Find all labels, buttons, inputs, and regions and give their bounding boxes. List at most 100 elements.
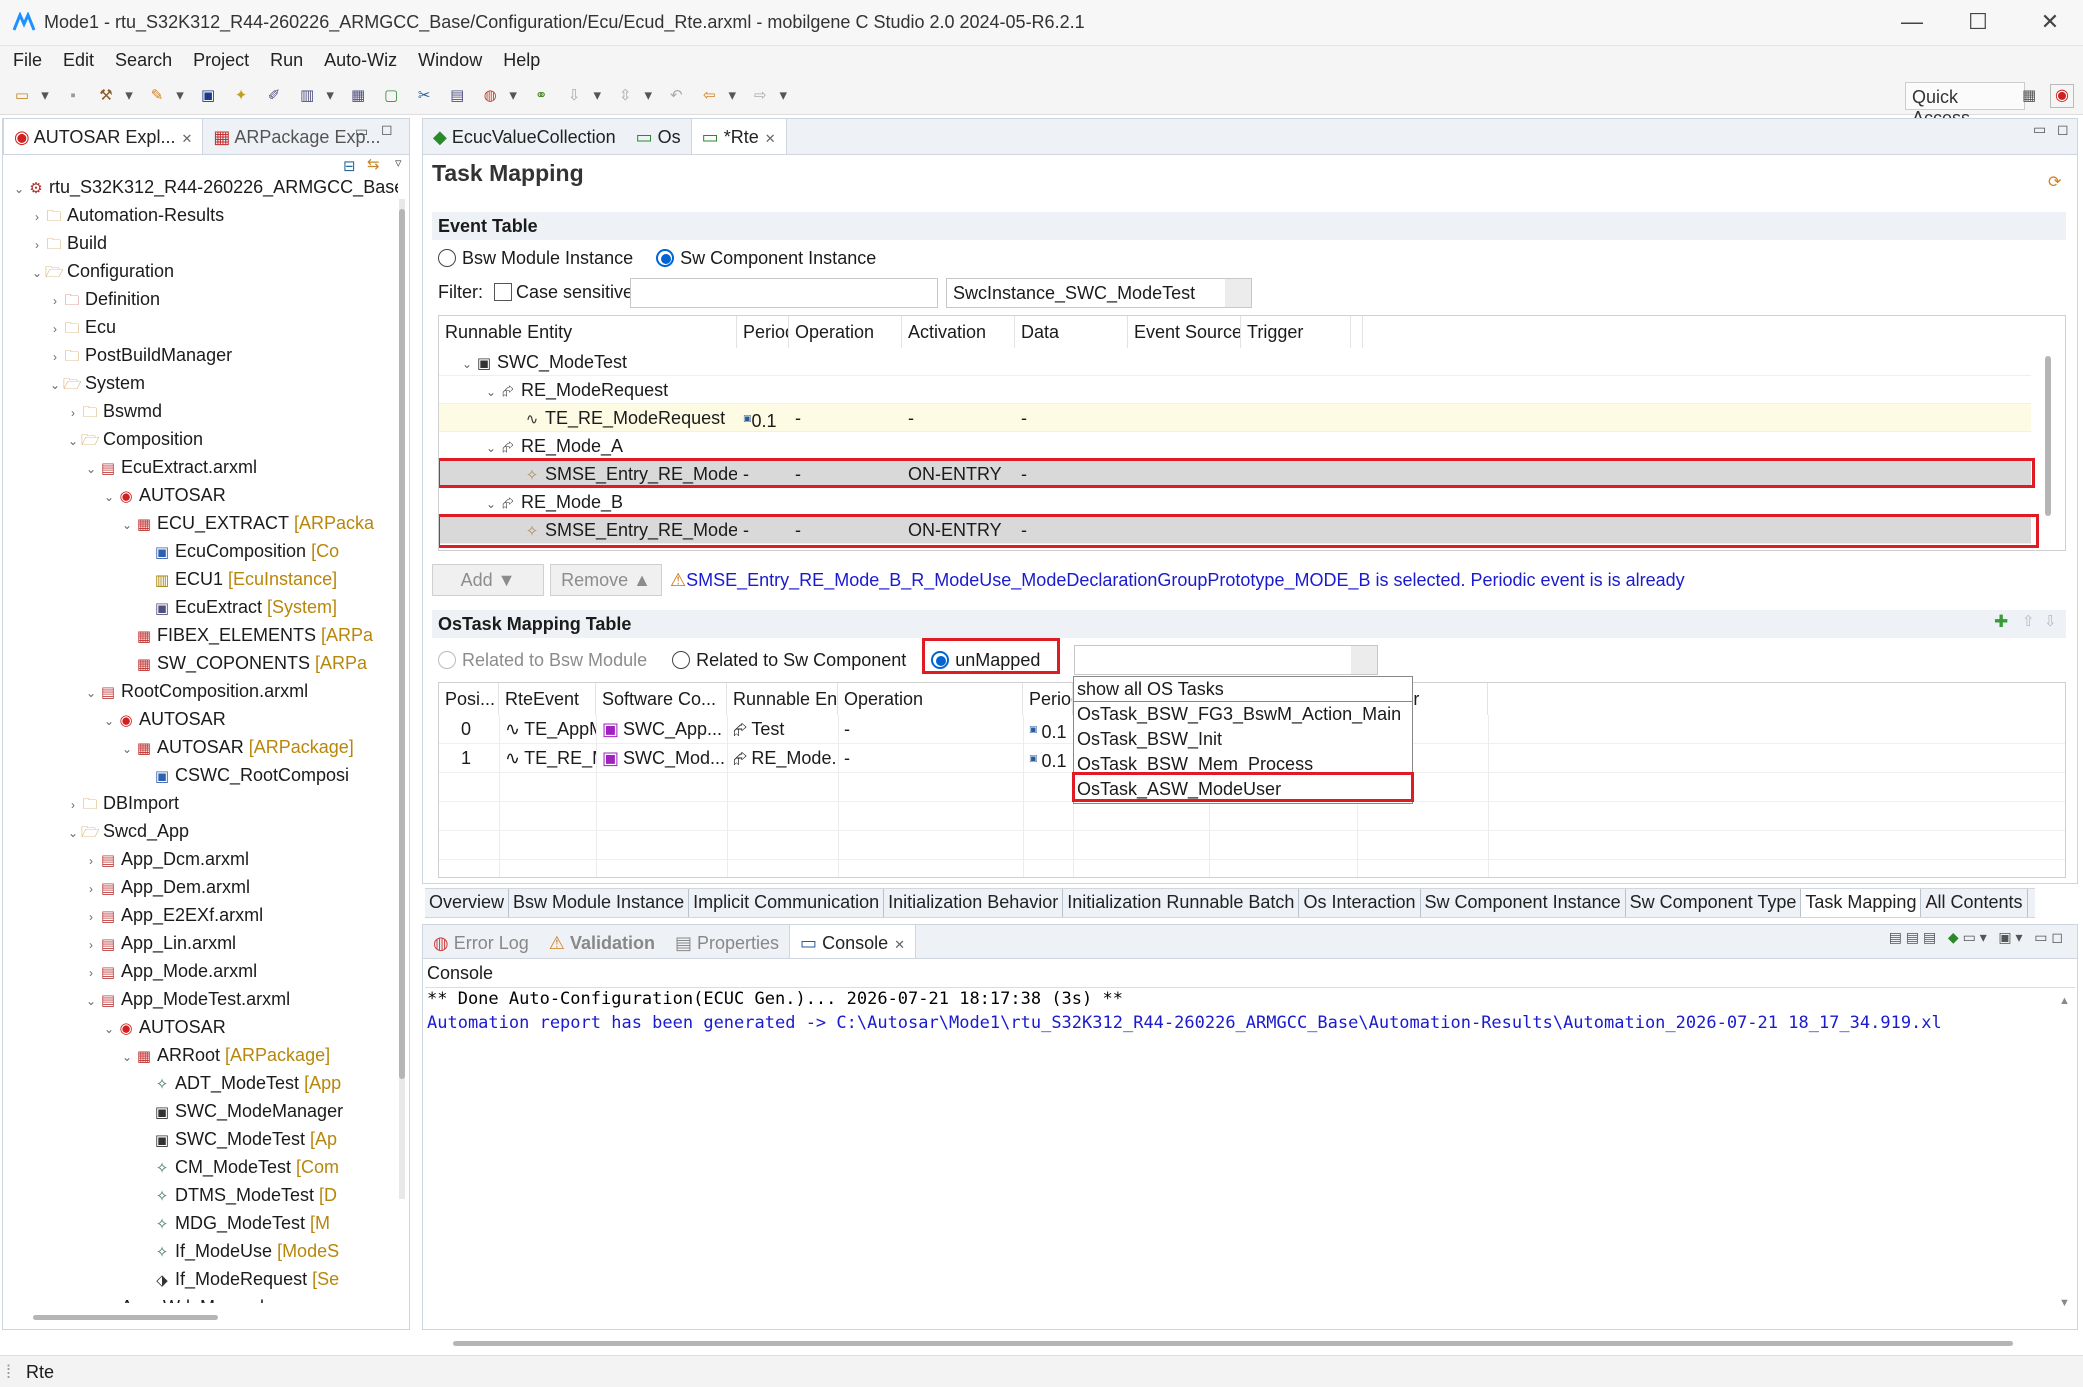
page-tab-sw-component-instance[interactable]: Sw Component Instance xyxy=(1421,889,1626,917)
expanded-icon[interactable]: ⌄ xyxy=(83,679,99,707)
debug-icon[interactable]: ◍ xyxy=(479,85,501,107)
tree-item[interactable]: › 🗀 Build xyxy=(29,229,107,257)
tab-properties[interactable]: ▤ Properties xyxy=(665,925,789,958)
collapsed-icon[interactable]: › xyxy=(47,343,63,371)
dropdown-icon[interactable]: ▾ xyxy=(39,85,51,107)
combo-arrow[interactable] xyxy=(1225,279,1251,307)
combo-arrow[interactable] xyxy=(1351,646,1377,674)
close-tab-icon[interactable]: ✕ xyxy=(894,937,905,952)
collapsed-icon[interactable]: › xyxy=(65,399,81,427)
tree-item[interactable]: ⌄ ◉ AUTOSAR xyxy=(101,1013,226,1041)
star-icon[interactable]: ✦ xyxy=(230,85,252,107)
event-table-row[interactable]: ⌄ ⮳ RE_Mode_A xyxy=(439,432,2031,460)
add-icon[interactable]: ✚ xyxy=(1994,612,2008,632)
page-tab-initialization-runnable-batch[interactable]: Initialization Runnable Batch xyxy=(1063,889,1300,917)
dropdown-ostask-option[interactable]: OsTask_BSW_Init xyxy=(1074,727,1412,752)
word-wrap-icon[interactable]: ▤ xyxy=(1923,929,1936,945)
save-icon[interactable]: ▪ xyxy=(62,85,84,107)
collapsed-icon[interactable]: › xyxy=(47,315,63,343)
event-table-row[interactable]: ⌄ ⮳ RE_Mode_B xyxy=(439,488,2031,516)
collapsed-icon[interactable]: › xyxy=(83,959,99,987)
scroll-down-icon[interactable]: ▼ xyxy=(2059,1297,2070,1309)
expanded-icon[interactable]: ⌄ xyxy=(65,819,81,847)
tree-item[interactable]: ✧ ADT_ModeTest [App xyxy=(137,1069,341,1097)
dropdown-icon[interactable]: ▾ xyxy=(2016,929,2023,945)
dropdown-show-all-option[interactable]: show all OS Tasks xyxy=(1074,677,1412,702)
expanded-icon[interactable]: ⌄ xyxy=(119,1043,135,1071)
tab-autosar-explorer[interactable]: ◉ AUTOSAR Expl... ✕ xyxy=(3,119,204,154)
move-up-icon[interactable]: ⇧ xyxy=(2022,612,2035,630)
column-header[interactable]: Runnable Ent... xyxy=(727,683,838,715)
wizard-icon[interactable]: ✎ xyxy=(146,85,168,107)
radio-bsw-module-instance[interactable]: Bsw Module Instance xyxy=(438,248,633,268)
console-vertical-scrollbar[interactable]: ▲ ▼ xyxy=(2059,995,2073,1309)
tree-item[interactable]: › ▤ App_Dem.arxml xyxy=(83,873,250,901)
tree-item[interactable]: ▣ SWC_ModeManager xyxy=(137,1097,343,1125)
open-perspective-icon[interactable]: ▦ xyxy=(2022,86,2042,106)
event-table-row[interactable]: ∿ TE_RE_ModeRequest ▣0.1- - - xyxy=(439,404,2031,432)
expanded-icon[interactable]: ⌄ xyxy=(483,378,499,404)
tools-icon[interactable]: ✂ xyxy=(413,85,435,107)
tab-os[interactable]: ▭ Os xyxy=(626,119,691,154)
tree-item[interactable]: ▣ EcuExtract [System] xyxy=(137,593,337,621)
tree-item[interactable]: ▣ CSWC_RootComposi xyxy=(137,761,349,789)
column-header[interactable]: Data xyxy=(1015,316,1128,348)
minimize-view-icon[interactable]: ▭ xyxy=(355,123,368,140)
back-icon[interactable]: ↶ xyxy=(665,85,687,107)
tree-item[interactable]: ✧ MDG_ModeTest [M xyxy=(137,1209,330,1237)
radio-sw-component-instance[interactable]: Sw Component Instance xyxy=(656,248,876,268)
expanded-icon[interactable]: ⌄ xyxy=(83,455,99,483)
page-tab-os-interaction[interactable]: Os Interaction xyxy=(1299,889,1421,917)
quick-access-input[interactable]: Quick Access xyxy=(1905,82,2025,128)
collapsed-icon[interactable]: › xyxy=(83,931,99,959)
column-header[interactable]: Software Co... xyxy=(596,683,727,715)
menu-edit[interactable]: Edit xyxy=(50,46,102,71)
expanded-icon[interactable]: ⌄ xyxy=(65,427,81,455)
dropdown-icon[interactable]: ▾ xyxy=(591,85,603,107)
tree-item[interactable]: › 🗀 Automation-Results xyxy=(29,201,224,229)
dropdown-icon[interactable]: ▾ xyxy=(642,85,654,107)
tree-item[interactable]: › ▤ App_Dcm.arxml xyxy=(83,845,249,873)
tab-validation[interactable]: ⚠ Validation xyxy=(539,925,665,958)
tab-error-log[interactable]: ◍ Error Log xyxy=(423,925,539,958)
close-tab-icon[interactable]: ✕ xyxy=(765,131,776,146)
console-horizontal-scrollbar[interactable] xyxy=(453,1341,2013,1346)
expanded-icon[interactable]: ⌄ xyxy=(101,483,117,511)
column-header[interactable]: Operation xyxy=(838,683,1023,715)
link-icon[interactable]: ⚭ xyxy=(530,85,552,107)
collapsed-icon[interactable]: › xyxy=(47,287,63,315)
minimize-view-icon[interactable]: ▭ xyxy=(2034,929,2047,945)
page-tab-all-contents[interactable]: All Contents xyxy=(1921,889,2028,917)
clear-console-icon[interactable]: ▤ xyxy=(1889,929,1902,945)
dropdown-icon[interactable]: ▾ xyxy=(1980,929,1987,945)
dropdown-icon[interactable]: ▾ xyxy=(777,85,789,107)
tree-item[interactable]: › 🗀 Ecu xyxy=(47,313,116,341)
expanded-icon[interactable]: ⌄ xyxy=(101,1015,117,1043)
close-tab-icon[interactable]: ✕ xyxy=(181,131,192,146)
radio-related-to-sw-component[interactable]: Related to Sw Component xyxy=(672,650,906,670)
dropdown-icon[interactable]: ▾ xyxy=(174,85,186,107)
tree-item[interactable]: ⌄ ◉ AUTOSAR xyxy=(101,481,226,509)
scroll-up-icon[interactable]: ▲ xyxy=(2059,995,2073,1007)
column-header[interactable]: Operation xyxy=(789,316,902,348)
collapsed-icon[interactable]: › xyxy=(29,231,45,259)
menu-window[interactable]: Window xyxy=(405,46,490,71)
tree-item[interactable]: ⌄ 🗁 Swcd_App xyxy=(65,817,189,845)
tree-item[interactable]: ✧ If_ModeUse [ModeS xyxy=(137,1237,339,1265)
tree-item[interactable]: › ▤ App_E2EXf.arxml xyxy=(83,901,263,929)
collapsed-icon[interactable]: › xyxy=(65,791,81,819)
tab-rte[interactable]: ▭ *Rte ✕ xyxy=(690,119,787,154)
tree-item[interactable]: › ▤ App_Mode.arxml xyxy=(83,957,257,985)
maximize-view-icon[interactable]: ◻ xyxy=(2051,929,2063,945)
menu-help[interactable]: Help xyxy=(490,46,548,71)
menu-file[interactable]: File xyxy=(0,46,50,71)
tree-scrollbar[interactable] xyxy=(399,199,405,1199)
page-tab-initialization-behavior[interactable]: Initialization Behavior xyxy=(884,889,1064,917)
tree-item[interactable]: ›▤ App_WdgM.arxml xyxy=(83,1293,264,1303)
minimize-editor-icon[interactable]: ▭ xyxy=(2033,121,2046,138)
tree-item[interactable]: ✧ CM_ModeTest [Com xyxy=(137,1153,339,1181)
dropdown-icon[interactable]: ▾ xyxy=(324,85,336,107)
tab-ecuc-value-collection[interactable]: ◆ EcucValueCollection xyxy=(423,119,626,154)
column-header[interactable]: Period xyxy=(1023,683,1073,715)
column-header[interactable]: Posi... xyxy=(439,683,499,715)
